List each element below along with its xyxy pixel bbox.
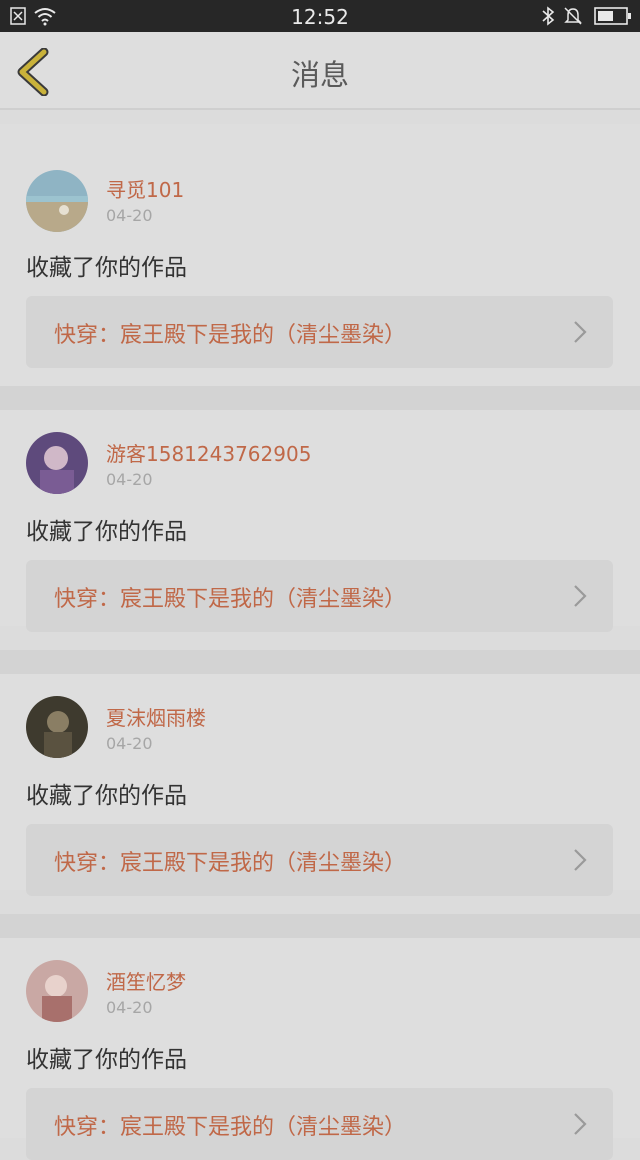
username[interactable]: 游客1581243762905 bbox=[106, 438, 311, 467]
work-link[interactable]: 快穿：宸王殿下是我的（清尘墨染） bbox=[26, 824, 613, 896]
list-item: 游客1581243762905 04-20 收藏了你的作品 快穿：宸王殿下是我的… bbox=[0, 410, 640, 632]
header-bar: 消息 bbox=[0, 32, 640, 110]
username[interactable]: 酒笙忆梦 bbox=[106, 966, 186, 995]
avatar[interactable] bbox=[26, 170, 88, 232]
message-date: 04-20 bbox=[106, 470, 153, 489]
avatar[interactable] bbox=[26, 432, 88, 494]
work-link[interactable]: 快穿：宸王殿下是我的（清尘墨染） bbox=[26, 1088, 613, 1160]
list-item: 夏沫烟雨楼 04-20 收藏了你的作品 快穿：宸王殿下是我的（清尘墨染） bbox=[0, 674, 640, 896]
username[interactable]: 寻觅101 bbox=[106, 174, 184, 203]
mute-bell-icon bbox=[564, 7, 582, 25]
message-action: 收藏了你的作品 bbox=[26, 783, 187, 809]
message-date: 04-20 bbox=[106, 734, 153, 753]
work-title: 快穿：宸王殿下是我的（清尘墨染） bbox=[54, 851, 407, 876]
avatar-image bbox=[26, 960, 88, 1022]
message-action: 收藏了你的作品 bbox=[26, 255, 187, 281]
avatar-image bbox=[26, 696, 88, 758]
work-link[interactable]: 快穿：宸王殿下是我的（清尘墨染） bbox=[26, 560, 613, 632]
chevron-right-icon bbox=[574, 849, 587, 871]
bluetooth-icon bbox=[542, 6, 555, 26]
chevron-right-icon bbox=[574, 321, 587, 343]
work-title: 快穿：宸王殿下是我的（清尘墨染） bbox=[54, 587, 407, 612]
username[interactable]: 夏沫烟雨楼 bbox=[106, 702, 206, 731]
list-item: 寻觅101 04-20 收藏了你的作品 快穿：宸王殿下是我的（清尘墨染） bbox=[0, 124, 640, 386]
chevron-right-icon bbox=[574, 1113, 587, 1135]
work-title: 快穿：宸王殿下是我的（清尘墨染） bbox=[54, 323, 407, 348]
message-action: 收藏了你的作品 bbox=[26, 519, 187, 545]
status-bar: 12:52 bbox=[0, 0, 640, 32]
work-title: 快穿：宸王殿下是我的（清尘墨染） bbox=[54, 1115, 407, 1140]
chevron-right-icon bbox=[574, 585, 587, 607]
message-action: 收藏了你的作品 bbox=[26, 1047, 187, 1073]
message-date: 04-20 bbox=[106, 998, 153, 1017]
battery-icon bbox=[594, 7, 631, 25]
avatar[interactable] bbox=[26, 696, 88, 758]
page-title: 消息 bbox=[290, 58, 349, 92]
work-link[interactable]: 快穿：宸王殿下是我的（清尘墨染） bbox=[26, 296, 613, 368]
avatar[interactable] bbox=[26, 960, 88, 1022]
list-item: 酒笙忆梦 04-20 收藏了你的作品 快穿：宸王殿下是我的（清尘墨染） bbox=[0, 938, 640, 1160]
avatar-image bbox=[26, 170, 88, 232]
message-date: 04-20 bbox=[106, 206, 153, 225]
avatar-image bbox=[26, 432, 88, 494]
